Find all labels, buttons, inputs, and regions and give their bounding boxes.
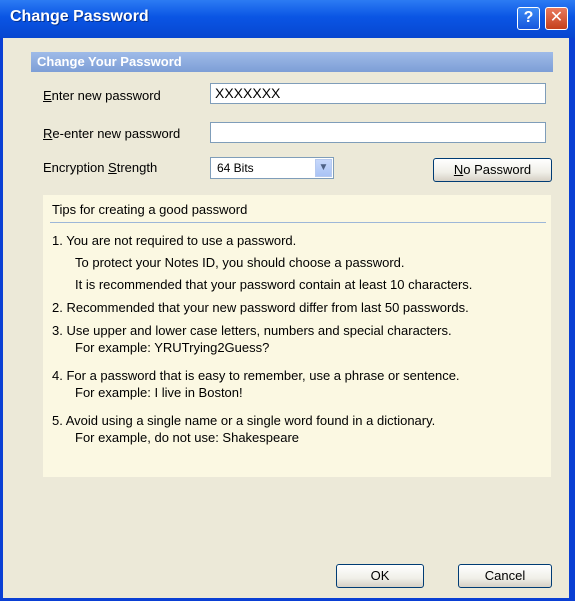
help-button[interactable]: ? (517, 7, 540, 30)
section-header: Change Your Password (31, 52, 553, 72)
tip-line: For example: I live in Boston! (75, 385, 243, 400)
ok-button[interactable]: OK (336, 564, 424, 588)
reenter-password-input[interactable] (210, 122, 546, 143)
reenter-password-label: Re-enter new password (43, 126, 181, 141)
close-button[interactable]: ✕ (545, 7, 568, 30)
tip-line: For example, do not use: Shakespeare (75, 430, 300, 445)
tip-line: To protect your Notes ID, you should cho… (75, 255, 405, 270)
dialog-body: Change Your Password Enter new password … (3, 38, 569, 598)
chevron-down-icon[interactable]: ▼ (315, 159, 332, 177)
new-password-input[interactable]: XXXXXXX (210, 83, 546, 104)
tips-title: Tips for creating a good password (52, 202, 248, 217)
tip-line: 3. Use upper and lower case letters, num… (52, 323, 452, 338)
encryption-strength-select[interactable]: 64 Bits ▼ (210, 157, 334, 179)
title-bar[interactable]: Change Password ? ✕ (0, 0, 575, 38)
new-password-label: Enter new password (43, 88, 161, 103)
no-password-button[interactable]: No Password (433, 158, 552, 182)
cancel-button[interactable]: Cancel (458, 564, 552, 588)
tip-line: 2. Recommended that your new password di… (52, 300, 469, 315)
tips-divider (50, 222, 546, 223)
encryption-strength-label: Encryption Strength (43, 160, 158, 175)
window-title: Change Password (10, 8, 149, 25)
tip-line: 1. You are not required to use a passwor… (52, 233, 297, 248)
tip-line: For example: YRUTrying2Guess? (75, 340, 270, 355)
change-password-dialog: Change Password ? ✕ Change Your Password… (0, 0, 575, 601)
tips-panel: Tips for creating a good password 1. You… (43, 195, 551, 477)
encryption-strength-value: 64 Bits (217, 161, 254, 175)
tip-line: It is recommended that your password con… (75, 277, 473, 292)
tip-line: 5. Avoid using a single name or a single… (52, 413, 436, 428)
tip-line: 4. For a password that is easy to rememb… (52, 368, 460, 383)
